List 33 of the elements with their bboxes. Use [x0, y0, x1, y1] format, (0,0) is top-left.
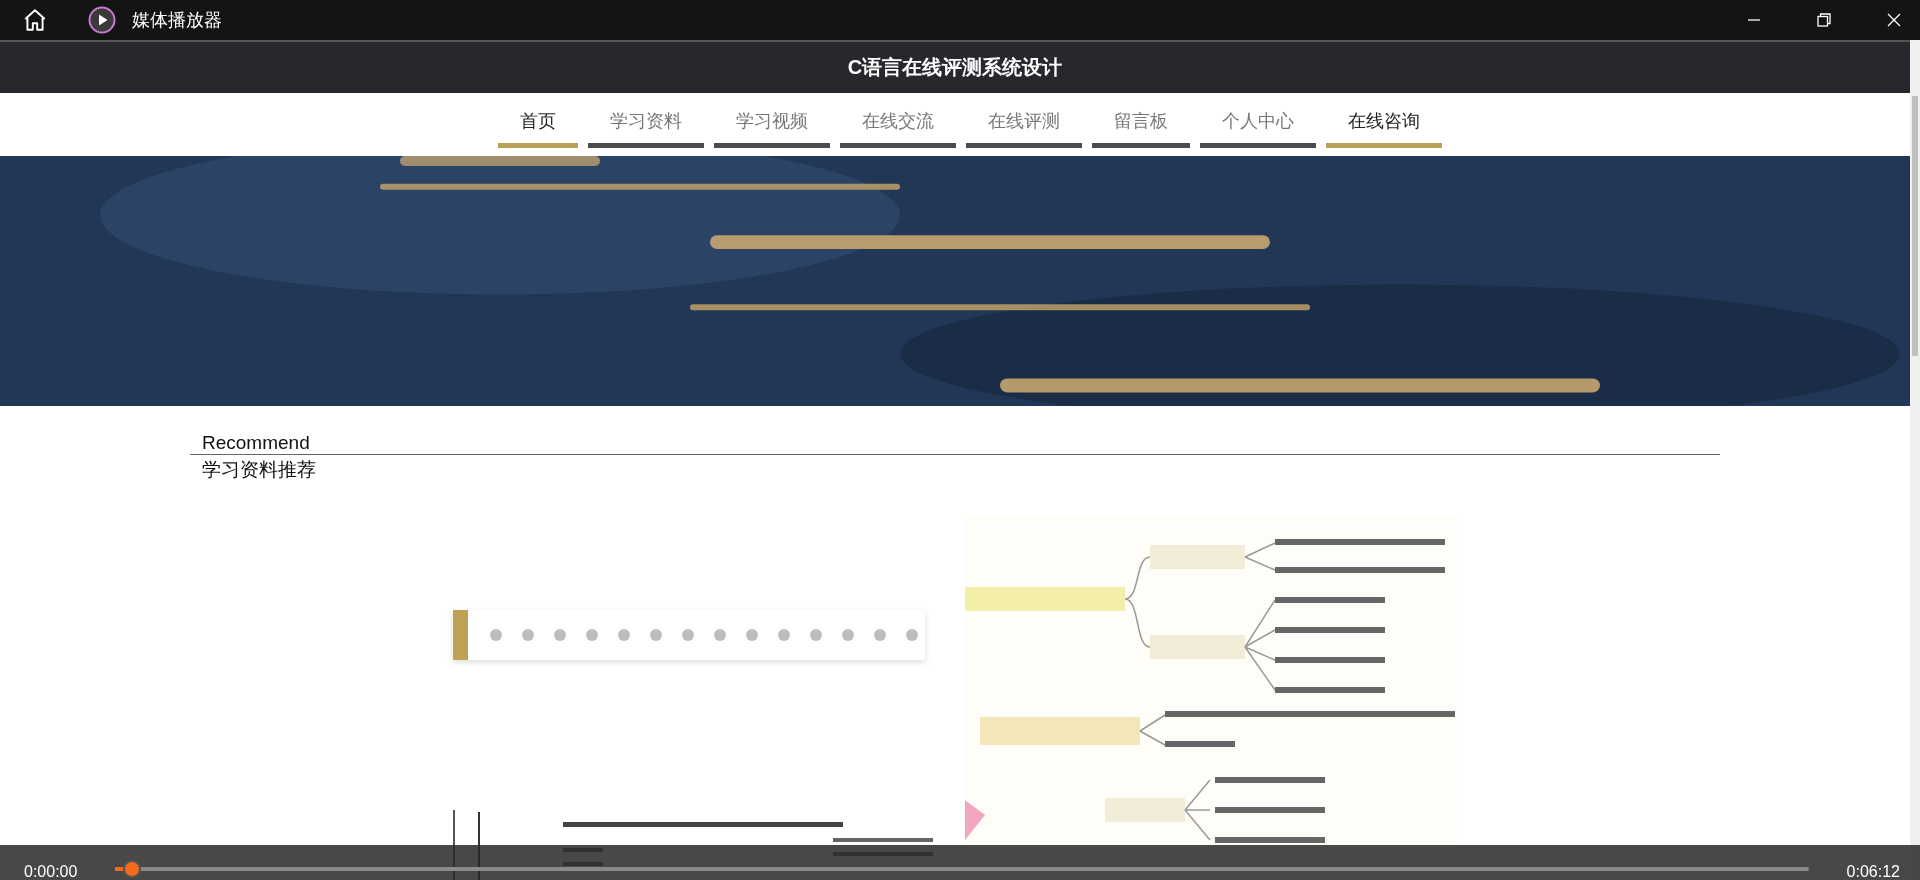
restore-icon[interactable] — [1816, 12, 1832, 28]
nav-tab[interactable]: 在线交流 — [840, 93, 956, 149]
carousel-dot[interactable] — [682, 629, 694, 641]
section-heading: Recommend — [201, 432, 311, 454]
site-title: C语言在线评测系统设计 — [847, 55, 1063, 81]
carousel-dot[interactable] — [906, 629, 918, 641]
carousel-dot[interactable] — [842, 629, 854, 641]
carousel-accent — [453, 610, 468, 660]
carousel-dot[interactable] — [554, 629, 566, 641]
carousel-dot[interactable] — [810, 629, 822, 641]
nav-tab[interactable]: 留言板 — [1092, 93, 1190, 149]
nav-tab[interactable]: 学习资料 — [588, 93, 704, 149]
nav-tab[interactable]: 学习视频 — [714, 93, 830, 149]
carousel-dot[interactable] — [522, 629, 534, 641]
carousel-dot[interactable] — [586, 629, 598, 641]
nav-tab[interactable]: 在线评测 — [966, 93, 1082, 149]
carousel-dot[interactable] — [714, 629, 726, 641]
carousel-dot[interactable] — [650, 629, 662, 641]
total-time: 0:06:12 — [1846, 862, 1900, 880]
carousel-dot[interactable] — [490, 629, 502, 641]
carousel-dot[interactable] — [746, 629, 758, 641]
nav-tab[interactable]: 在线咨询 — [1326, 93, 1442, 149]
carousel-dot[interactable] — [618, 629, 630, 641]
carousel-dot[interactable] — [778, 629, 790, 641]
section-subheading: 学习资料推荐 — [201, 458, 317, 482]
nav-tab[interactable]: 个人中心 — [1200, 93, 1316, 149]
elapsed-time: 0:00:00 — [24, 862, 78, 880]
window-title: 媒体播放器 — [132, 9, 222, 32]
home-icon[interactable] — [22, 7, 48, 33]
carousel-dot[interactable] — [874, 629, 886, 641]
close-icon[interactable] — [1886, 12, 1902, 28]
nav-tab[interactable]: 首页 — [498, 93, 578, 149]
play-icon — [88, 6, 116, 34]
